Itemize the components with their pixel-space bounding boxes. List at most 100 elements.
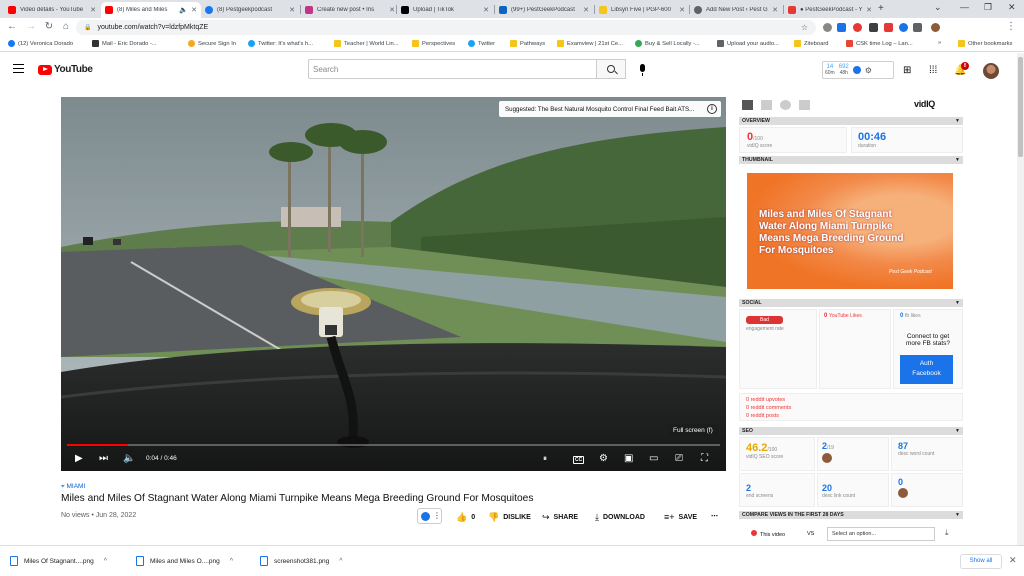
settings-gear-icon[interactable]: ⚙ bbox=[599, 453, 608, 464]
extension-icon[interactable] bbox=[853, 23, 862, 32]
bookmark-item[interactable]: Teacher | World Lin... bbox=[334, 40, 399, 47]
cast-icon[interactable]: ⎚ bbox=[675, 453, 683, 464]
show-all-downloads-button[interactable]: Show all bbox=[960, 554, 1002, 569]
bookmark-item[interactable]: (12) Veronica Dorado bbox=[8, 40, 73, 47]
reload-icon[interactable]: ↻ bbox=[42, 21, 56, 32]
browser-tab[interactable]: Libsyn Five | PGP-600 ✕ bbox=[595, 2, 689, 18]
account-avatar[interactable] bbox=[983, 63, 999, 79]
bookmarks-overflow-icon[interactable]: » bbox=[938, 40, 941, 46]
minimize-icon[interactable]: — bbox=[960, 2, 969, 12]
bookmark-item[interactable]: Secure Sign In bbox=[188, 40, 236, 47]
video-thumbnail-preview[interactable]: Miles and Miles Of Stagnant Water Along … bbox=[747, 173, 953, 289]
browser-tab-active[interactable]: (8) Miles and Miles 🔈 ✕ bbox=[101, 2, 201, 18]
profile-avatar-icon[interactable] bbox=[931, 23, 940, 32]
save-button[interactable]: ≡+ SAVE bbox=[664, 512, 697, 522]
address-bar[interactable]: 🔒 youtube.com/watch?v=ldzfpMktqZE ☆ bbox=[76, 20, 816, 35]
download-button[interactable]: ⤓ DOWNLOAD bbox=[595, 512, 645, 523]
extension-icon[interactable] bbox=[823, 23, 832, 32]
chevron-up-icon[interactable]: ^ bbox=[230, 558, 233, 565]
speaker-icon[interactable]: 🔈 bbox=[179, 6, 188, 14]
miniplayer-icon[interactable]: ▣ bbox=[624, 453, 633, 464]
extension-icon[interactable] bbox=[899, 23, 908, 32]
section-thumbnail[interactable]: THUMBNAIL ▼ bbox=[739, 156, 963, 164]
browser-tab[interactable]: ● PestGeekPodcast - Y ✕ bbox=[784, 2, 876, 18]
download-item[interactable]: Miles Of Stagnant....png ^ bbox=[10, 556, 107, 566]
download-item[interactable]: Miles and Miles O....png ^ bbox=[136, 556, 233, 566]
browser-tab[interactable]: Video details - YouTube ✕ bbox=[4, 2, 100, 18]
like-button[interactable]: 👍 0 bbox=[456, 512, 475, 523]
share-button[interactable]: ↪ SHARE bbox=[542, 512, 578, 523]
other-bookmarks[interactable]: Other bookmarks bbox=[958, 40, 1012, 47]
close-tab-icon[interactable]: ✕ bbox=[90, 6, 96, 14]
close-shelf-icon[interactable]: ✕ bbox=[1009, 555, 1017, 566]
bookmark-item[interactable]: Perspectives bbox=[412, 40, 455, 47]
close-tab-icon[interactable]: ✕ bbox=[772, 6, 778, 14]
scrollbar-thumb[interactable] bbox=[1018, 57, 1023, 157]
forward-icon[interactable]: → bbox=[24, 21, 38, 32]
extension-icon[interactable] bbox=[884, 23, 893, 32]
hamburger-menu-icon[interactable] bbox=[13, 64, 24, 73]
page-scrollbar[interactable] bbox=[1017, 53, 1024, 545]
browser-tab[interactable]: Add New Post ‹ Pest G ✕ bbox=[690, 2, 782, 18]
download-item[interactable]: screenshot381.png ^ bbox=[260, 556, 343, 566]
vidiq-grid-icon[interactable] bbox=[742, 100, 753, 110]
compare-video-select[interactable]: Select an option... bbox=[827, 527, 935, 541]
close-tab-icon[interactable]: ✕ bbox=[191, 6, 197, 14]
video-player[interactable]: Suggested: The Best Natural Mosquito Con… bbox=[61, 97, 726, 471]
fullscreen-icon[interactable]: ⛶ bbox=[701, 453, 708, 464]
autoplay-toggle-icon[interactable]: ⏸ bbox=[543, 454, 547, 464]
section-overview[interactable]: OVERVIEW ▼ bbox=[739, 117, 963, 125]
next-icon[interactable]: ⏭ bbox=[99, 453, 108, 464]
suggestion-card[interactable]: Suggested: The Best Natural Mosquito Con… bbox=[499, 101, 721, 117]
close-tab-icon[interactable]: ✕ bbox=[866, 6, 872, 14]
extension-icon[interactable] bbox=[869, 23, 878, 32]
vidiq-button[interactable]: ⋮ bbox=[417, 508, 442, 524]
twitter-icon[interactable] bbox=[780, 100, 791, 110]
location-link[interactable]: ⌖ MIAMI bbox=[61, 483, 85, 491]
bookmark-item[interactable]: Ziteboard bbox=[794, 40, 829, 47]
close-tab-icon[interactable]: ✕ bbox=[289, 6, 295, 14]
close-tab-icon[interactable]: ✕ bbox=[389, 6, 395, 14]
apps-grid-icon[interactable]: ⁞⁞⁞ bbox=[929, 65, 937, 76]
captions-button[interactable]: CC bbox=[573, 456, 585, 464]
vidiq-stats-icon[interactable] bbox=[761, 100, 772, 110]
search-button[interactable] bbox=[597, 59, 626, 79]
microphone-icon[interactable] bbox=[640, 64, 645, 76]
bookmark-star-icon[interactable]: ☆ bbox=[801, 23, 808, 32]
play-icon[interactable]: ▶ bbox=[75, 453, 83, 464]
bookmark-item[interactable]: Mail - Eric Dorado -... bbox=[92, 40, 157, 47]
more-actions-icon[interactable]: ⋯ bbox=[711, 512, 718, 520]
dislike-button[interactable]: 👎 DISLIKE bbox=[488, 512, 531, 523]
info-icon[interactable]: i bbox=[707, 104, 717, 114]
browser-tab[interactable]: (8) Pestgeekpodcast ✕ bbox=[201, 2, 299, 18]
extension-icon[interactable] bbox=[837, 23, 846, 32]
auth-facebook-button[interactable]: Auth Facebook bbox=[900, 355, 953, 384]
extensions-puzzle-icon[interactable] bbox=[913, 23, 922, 32]
section-compare[interactable]: COMPARE VIEWS IN THE FIRST 28 DAYS ▼ bbox=[739, 511, 963, 519]
bookmark-item[interactable]: Pathways bbox=[510, 40, 545, 47]
chevron-up-icon[interactable]: ^ bbox=[104, 558, 107, 565]
browser-menu-icon[interactable]: ⋮ bbox=[1004, 21, 1018, 32]
bookmark-item[interactable]: Twitter bbox=[468, 40, 495, 47]
back-icon[interactable]: ← bbox=[5, 21, 19, 32]
browser-tab[interactable]: (99+) PestGeekPodcast ✕ bbox=[495, 2, 593, 18]
volume-icon[interactable]: 🔈 bbox=[123, 453, 135, 464]
bookmark-item[interactable]: Examview | 21st Ce... bbox=[557, 40, 623, 47]
download-chart-icon[interactable]: ⤓ bbox=[945, 528, 949, 538]
chevron-up-icon[interactable]: ^ bbox=[339, 558, 342, 565]
bookmark-item[interactable]: Twitter: It's what's h... bbox=[248, 40, 313, 47]
close-tab-icon[interactable]: ✕ bbox=[583, 6, 589, 14]
close-window-icon[interactable]: ✕ bbox=[1008, 2, 1016, 13]
create-video-icon[interactable]: ⊞ bbox=[903, 65, 911, 76]
close-tab-icon[interactable]: ✕ bbox=[483, 6, 489, 14]
vidiq-views-chip[interactable]: 14 60m 692 48h ⚙ bbox=[822, 61, 894, 79]
restore-icon[interactable]: ❐ bbox=[984, 2, 992, 13]
home-icon[interactable]: ⌂ bbox=[59, 21, 73, 32]
youtube-logo[interactable]: YouTube bbox=[38, 64, 93, 75]
search-input[interactable]: Search bbox=[308, 59, 597, 79]
bookmark-item[interactable]: Upload your audio... bbox=[717, 40, 779, 47]
browser-tab[interactable]: Upload | TikTok ✕ bbox=[397, 2, 493, 18]
section-social[interactable]: SOCIAL ▼ bbox=[739, 299, 963, 307]
close-tab-icon[interactable]: ✕ bbox=[679, 6, 685, 14]
progress-bar[interactable] bbox=[67, 444, 720, 446]
